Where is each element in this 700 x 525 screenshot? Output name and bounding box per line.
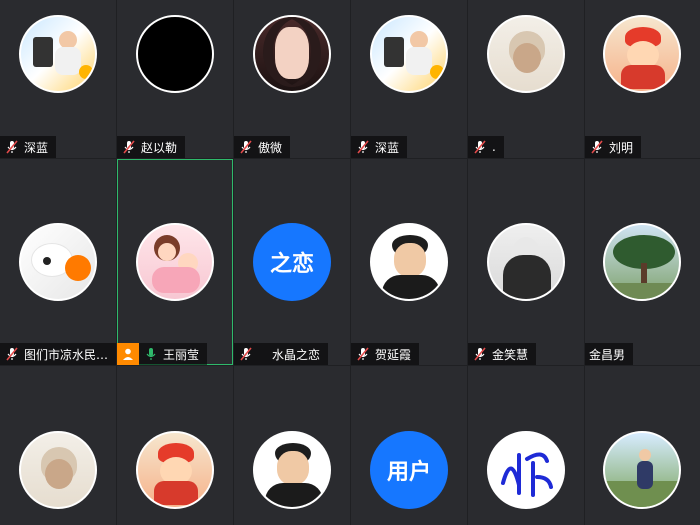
mic-muted-icon xyxy=(237,345,255,363)
mic-muted-icon xyxy=(354,345,372,363)
mic-muted-icon xyxy=(3,138,21,156)
calligraphy-icon xyxy=(501,452,553,497)
participant-avatar xyxy=(253,431,331,509)
participant-avatar xyxy=(136,223,214,301)
participant-nameplate: 深蓝 xyxy=(351,136,408,158)
participant-name: . xyxy=(492,140,496,154)
participant-tile[interactable]: 赵以勒 xyxy=(117,0,233,158)
participant-nameplate: 王丽莹 xyxy=(117,343,208,365)
participant-name: 赵以勒 xyxy=(141,140,178,155)
mic-muted-icon xyxy=(588,138,606,156)
participant-name: 王丽莹 xyxy=(163,347,200,362)
participant-nameplate: 图们市凉水民… xyxy=(0,343,116,365)
participant-name: 深蓝 xyxy=(24,140,49,155)
participant-avatar xyxy=(487,223,565,301)
participant-tile[interactable]: 之恋 水晶之恋 xyxy=(234,159,350,365)
participant-tile[interactable] xyxy=(234,366,350,525)
participant-tile[interactable] xyxy=(468,366,584,525)
participant-avatar xyxy=(603,15,681,93)
mic-muted-icon xyxy=(354,138,372,156)
mic-muted-icon xyxy=(471,345,489,363)
participant-name: 水晶之恋 xyxy=(272,347,321,362)
participant-name: 图们市凉水民… xyxy=(24,347,109,362)
participant-avatar xyxy=(603,431,681,509)
participant-avatar: 用户 xyxy=(370,431,448,509)
participant-nameplate: 水晶之恋 xyxy=(234,343,329,365)
participant-nameplate: 刘明 xyxy=(585,136,642,158)
mic-muted-icon xyxy=(237,138,255,156)
participant-avatar xyxy=(603,223,681,301)
participant-nameplate: 傲微 xyxy=(234,136,291,158)
mic-muted-icon xyxy=(120,138,138,156)
participant-avatar xyxy=(19,431,97,509)
participant-avatar xyxy=(136,431,214,509)
participant-avatar xyxy=(19,15,97,93)
participant-nameplate: 金笑慧 xyxy=(468,343,537,365)
participant-nameplate: 赵以勒 xyxy=(117,136,186,158)
participant-grid: 深蓝 赵以勒 傲微 深蓝 . 刘明 图们市凉水民… 王丽莹 之恋 水晶之恋 贺延… xyxy=(0,0,700,525)
participant-tile[interactable]: 深蓝 xyxy=(351,0,467,158)
participant-tile[interactable]: 金笑慧 xyxy=(468,159,584,365)
participant-tile[interactable]: 深蓝 xyxy=(0,0,116,158)
mic-active-icon xyxy=(142,345,160,363)
participant-name: 傲微 xyxy=(258,140,283,155)
participant-nameplate: 金昌男 xyxy=(585,343,634,365)
participant-avatar: 之恋 xyxy=(253,223,331,301)
participant-name: 贺延霞 xyxy=(375,347,412,362)
participant-nameplate: 深蓝 xyxy=(0,136,57,158)
host-icon xyxy=(117,343,139,365)
participant-nameplate: 贺延霞 xyxy=(351,343,420,365)
participant-nameplate: . xyxy=(468,136,504,158)
participant-name: 深蓝 xyxy=(375,140,400,155)
mic-muted-icon xyxy=(471,138,489,156)
participant-avatar xyxy=(136,15,214,93)
participant-tile[interactable] xyxy=(0,366,116,525)
participant-tile[interactable]: 用户 xyxy=(351,366,467,525)
participant-tile-active-speaker[interactable]: 王丽莹 xyxy=(117,159,233,365)
participant-tile[interactable]: 刘明 xyxy=(585,0,700,158)
participant-tile[interactable]: 贺延霞 xyxy=(351,159,467,365)
participant-avatar xyxy=(253,15,331,93)
mic-muted-icon xyxy=(3,345,21,363)
participant-avatar xyxy=(370,223,448,301)
participant-avatar xyxy=(19,223,97,301)
participant-avatar xyxy=(487,431,565,509)
participant-name: 刘明 xyxy=(609,140,634,155)
participant-avatar xyxy=(487,15,565,93)
participant-tile[interactable]: 图们市凉水民… xyxy=(0,159,116,365)
participant-name: 金笑慧 xyxy=(492,347,529,362)
participant-avatar xyxy=(370,15,448,93)
participant-name: 金昌男 xyxy=(589,347,626,362)
participant-tile[interactable]: 金昌男 xyxy=(585,159,700,365)
participant-tile[interactable]: . xyxy=(468,0,584,158)
participant-tile[interactable] xyxy=(117,366,233,525)
participant-tile[interactable] xyxy=(585,366,700,525)
participant-tile[interactable]: 傲微 xyxy=(234,0,350,158)
